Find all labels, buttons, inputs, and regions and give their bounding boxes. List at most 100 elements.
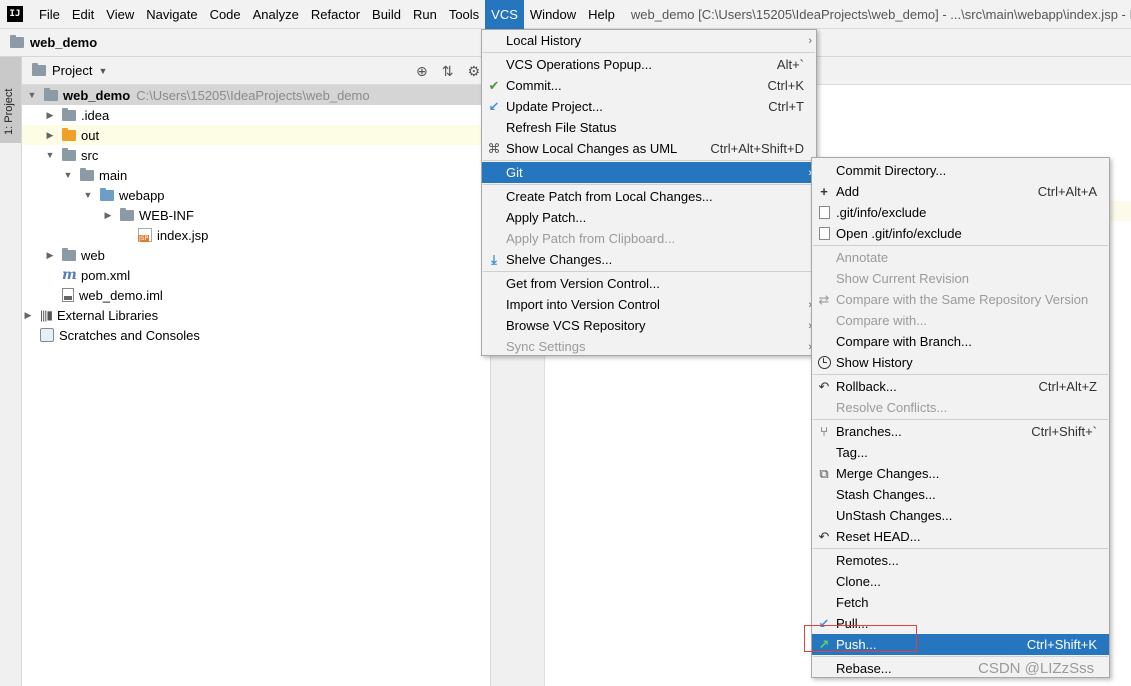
tree-node-external-libraries[interactable]: ▶ |||▮ External Libraries bbox=[22, 305, 490, 325]
menu-item-local-history[interactable]: Local History › bbox=[482, 30, 816, 51]
breadcrumb-project[interactable]: web_demo bbox=[30, 35, 97, 50]
menu-item-show-history[interactable]: Show History bbox=[812, 352, 1109, 373]
tree-node-label: web bbox=[81, 247, 105, 263]
menu-item-vcs-operations-popup[interactable]: VCS Operations Popup... Alt+` bbox=[482, 54, 816, 75]
menu-item-compare-with-branch[interactable]: Compare with Branch... bbox=[812, 331, 1109, 352]
project-panel-header: Project ▼ ⊕ ⇅ ⚙ bbox=[22, 57, 490, 85]
compare-arrows-icon: ⇄ bbox=[818, 291, 830, 307]
project-view-selector[interactable]: Project bbox=[52, 63, 92, 78]
tree-node-out[interactable]: ▶ out bbox=[22, 125, 490, 145]
menu-item-git-info-exclude[interactable]: .git/info/exclude bbox=[812, 202, 1109, 223]
menu-item-import-into-vc[interactable]: Import into Version Control › bbox=[482, 294, 816, 315]
menu-item-compare-same-repo-version[interactable]: ⇄ Compare with the Same Repository Versi… bbox=[812, 289, 1109, 310]
tree-node-path: C:\Users\15205\IdeaProjects\web_demo bbox=[136, 87, 370, 103]
tree-node-web[interactable]: ▶ web bbox=[22, 245, 490, 265]
menu-item-unstash-changes[interactable]: UnStash Changes... bbox=[812, 505, 1109, 526]
expand-arrow-icon[interactable]: ▼ bbox=[62, 170, 74, 180]
tree-node-root[interactable]: ▼ web_demo C:\Users\15205\IdeaProjects\w… bbox=[22, 85, 490, 105]
locate-icon[interactable]: ⊕ bbox=[416, 63, 428, 80]
update-arrow-icon: ↙ bbox=[488, 98, 500, 114]
tree-node-main[interactable]: ▼ main bbox=[22, 165, 490, 185]
menu-item-compare-with[interactable]: Compare with... bbox=[812, 310, 1109, 331]
expand-arrow-icon[interactable]: ▼ bbox=[26, 90, 38, 100]
menu-item-commit[interactable]: ✔ Commit... Ctrl+K bbox=[482, 75, 816, 96]
menu-tools[interactable]: Tools bbox=[443, 0, 485, 29]
project-tool-tab[interactable]: 1: Project bbox=[0, 57, 21, 143]
menu-item-rollback[interactable]: ↶ Rollback... Ctrl+Alt+Z bbox=[812, 376, 1109, 397]
menu-analyze[interactable]: Analyze bbox=[247, 0, 305, 29]
branch-icon: ⑂ bbox=[820, 424, 828, 439]
folder-icon bbox=[80, 167, 94, 181]
menu-help[interactable]: Help bbox=[582, 0, 621, 29]
menu-item-open-git-info-exclude[interactable]: Open .git/info/exclude bbox=[812, 223, 1109, 244]
menu-item-show-current-revision[interactable]: Show Current Revision bbox=[812, 268, 1109, 289]
excluded-folder-icon bbox=[62, 127, 76, 141]
menu-item-fetch[interactable]: Fetch bbox=[812, 592, 1109, 613]
menu-item-reset-head[interactable]: ↶ Reset HEAD... bbox=[812, 526, 1109, 547]
menu-edit[interactable]: Edit bbox=[66, 0, 100, 29]
menu-item-create-patch[interactable]: Create Patch from Local Changes... bbox=[482, 186, 816, 207]
web-folder-icon bbox=[100, 187, 114, 201]
check-icon: ✔ bbox=[488, 77, 500, 93]
menu-item-shelve-changes[interactable]: ⤓ Shelve Changes... bbox=[482, 249, 816, 270]
expand-arrow-icon[interactable]: ▶ bbox=[44, 110, 56, 121]
menu-run[interactable]: Run bbox=[407, 0, 443, 29]
expand-arrow-icon[interactable]: ▶ bbox=[44, 250, 56, 261]
menu-item-refresh-file-status[interactable]: Refresh File Status bbox=[482, 117, 816, 138]
menu-file[interactable]: File bbox=[33, 0, 66, 29]
menu-item-sync-settings[interactable]: Sync Settings › bbox=[482, 336, 816, 357]
expand-arrow-icon[interactable]: ▶ bbox=[22, 310, 34, 321]
menu-item-apply-patch-clipboard[interactable]: Apply Patch from Clipboard... bbox=[482, 228, 816, 249]
menu-item-show-local-changes-uml[interactable]: ⌘ Show Local Changes as UML Ctrl+Alt+Shi… bbox=[482, 138, 816, 159]
menu-item-annotate[interactable]: Annotate bbox=[812, 247, 1109, 268]
separator bbox=[813, 245, 1108, 246]
separator bbox=[483, 271, 815, 272]
menu-window[interactable]: Window bbox=[524, 0, 582, 29]
expand-arrow-icon[interactable]: ▶ bbox=[102, 210, 114, 221]
menu-item-tag[interactable]: Tag... bbox=[812, 442, 1109, 463]
gear-icon[interactable]: ⚙ bbox=[467, 63, 480, 80]
menu-item-git[interactable]: Git › bbox=[482, 162, 816, 183]
menu-vcs[interactable]: VCS bbox=[485, 0, 524, 29]
tree-node-src[interactable]: ▼ src bbox=[22, 145, 490, 165]
collapse-all-icon[interactable]: ⇅ bbox=[442, 63, 454, 80]
tree-node-webinf[interactable]: ▶ WEB-INF bbox=[22, 205, 490, 225]
separator bbox=[483, 160, 815, 161]
menu-item-branches[interactable]: ⑂ Branches... Ctrl+Shift+` bbox=[812, 421, 1109, 442]
tree-node-pom[interactable]: m pom.xml bbox=[22, 265, 490, 285]
tree-node-indexjsp[interactable]: index.jsp bbox=[22, 225, 490, 245]
menu-item-clone[interactable]: Clone... bbox=[812, 571, 1109, 592]
menu-item-apply-patch[interactable]: Apply Patch... bbox=[482, 207, 816, 228]
menu-item-get-from-vc[interactable]: Get from Version Control... bbox=[482, 273, 816, 294]
chevron-down-icon[interactable]: ▼ bbox=[98, 66, 107, 76]
menu-item-update-project[interactable]: ↙ Update Project... Ctrl+T bbox=[482, 96, 816, 117]
tree-node-iml[interactable]: web_demo.iml bbox=[22, 285, 490, 305]
expand-arrow-icon[interactable]: ▶ bbox=[44, 130, 56, 141]
plus-icon: + bbox=[820, 184, 828, 199]
expand-arrow-icon[interactable]: ▼ bbox=[44, 150, 56, 160]
tree-node-label: Scratches and Consoles bbox=[59, 327, 200, 343]
project-tree: ▼ web_demo C:\Users\15205\IdeaProjects\w… bbox=[22, 85, 490, 345]
tree-node-idea[interactable]: ▶ .idea bbox=[22, 105, 490, 125]
menu-item-stash-changes[interactable]: Stash Changes... bbox=[812, 484, 1109, 505]
menu-item-commit-directory[interactable]: Commit Directory... bbox=[812, 160, 1109, 181]
intellij-logo-icon: IJ bbox=[7, 6, 23, 22]
tree-node-label: web_demo.iml bbox=[79, 287, 163, 303]
menu-build[interactable]: Build bbox=[366, 0, 407, 29]
menu-item-merge-changes[interactable]: ⧉ Merge Changes... bbox=[812, 463, 1109, 484]
menu-view[interactable]: View bbox=[100, 0, 140, 29]
tree-node-webapp[interactable]: ▼ webapp bbox=[22, 185, 490, 205]
expand-arrow-icon[interactable]: ▼ bbox=[82, 190, 94, 200]
menu-refactor[interactable]: Refactor bbox=[305, 0, 366, 29]
menu-item-browse-vcs-repository[interactable]: Browse VCS Repository › bbox=[482, 315, 816, 336]
menu-code[interactable]: Code bbox=[204, 0, 247, 29]
menu-item-add[interactable]: + Add Ctrl+Alt+A bbox=[812, 181, 1109, 202]
menu-item-resolve-conflicts[interactable]: Resolve Conflicts... bbox=[812, 397, 1109, 418]
tree-node-label: .idea bbox=[81, 107, 110, 123]
menu-item-remotes[interactable]: Remotes... bbox=[812, 550, 1109, 571]
separator bbox=[813, 656, 1108, 657]
tree-node-scratches[interactable]: Scratches and Consoles bbox=[22, 325, 490, 345]
merge-icon: ⧉ bbox=[819, 465, 829, 481]
menu-navigate[interactable]: Navigate bbox=[140, 0, 203, 29]
folder-icon bbox=[62, 147, 76, 161]
